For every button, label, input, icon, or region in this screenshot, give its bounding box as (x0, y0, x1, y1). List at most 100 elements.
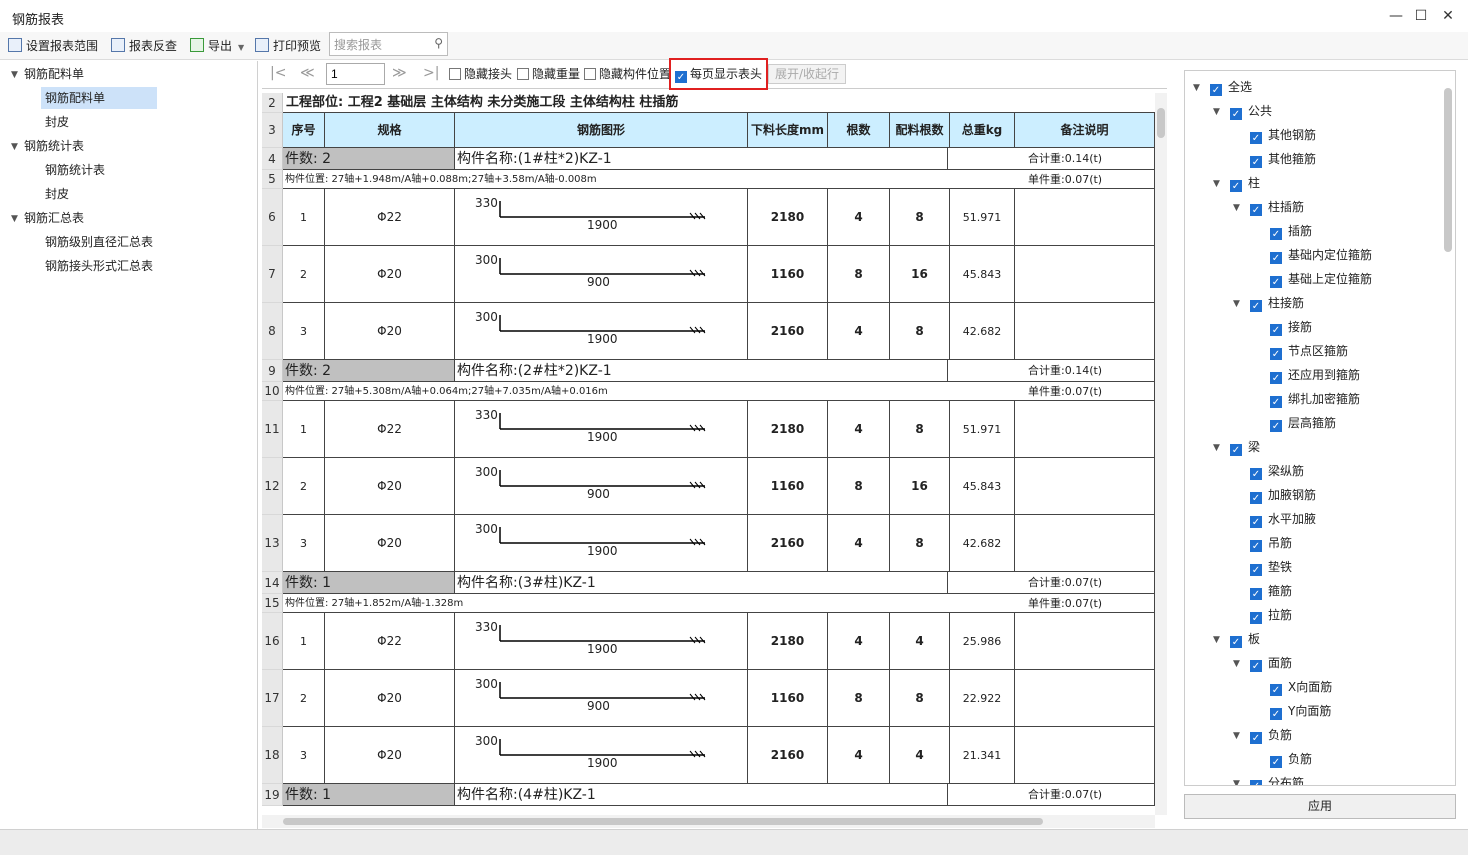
filter-item[interactable]: ✓ 节点区箍筋 (1270, 341, 1348, 361)
tree-group-0[interactable]: 钢筋配料单 (24, 63, 84, 85)
checkbox[interactable]: ✓ (1270, 396, 1282, 408)
tree-item[interactable]: 封皮 (41, 111, 73, 133)
expand-arrow-icon[interactable]: ▼ (1213, 179, 1220, 189)
close-icon[interactable]: ✕ (1436, 6, 1460, 26)
filter-item[interactable]: ✓ 吊筋 (1250, 533, 1292, 553)
checkbox[interactable]: ✓ (1270, 276, 1282, 288)
checkbox[interactable]: ✓ (1230, 636, 1242, 648)
checkbox[interactable]: ✓ (1250, 300, 1262, 312)
filter-item[interactable]: ✓ 箍筋 (1250, 581, 1292, 601)
checkbox[interactable]: ✓ (1270, 324, 1282, 336)
expand-arrow-icon[interactable]: ▼ (1213, 443, 1220, 453)
filter-item[interactable]: ✓ 其他箍筋 (1250, 149, 1316, 169)
filter-item[interactable]: ✓ Y向面筋 (1270, 701, 1331, 721)
filter-item[interactable]: ✓ 分布筋 (1250, 773, 1304, 785)
checkbox[interactable]: ✓ (1250, 588, 1262, 600)
expand-arrow-icon[interactable]: ▼ (1193, 83, 1200, 93)
reverse-query-button[interactable]: 报表反查 (111, 36, 177, 56)
filter-scrollbar[interactable] (1444, 88, 1452, 252)
checkbox[interactable]: ✓ (1270, 252, 1282, 264)
filter-item[interactable]: ✓ 基础上定位箍筋 (1270, 269, 1372, 289)
first-page-icon[interactable]: |< (270, 65, 286, 81)
tree-item[interactable]: 钢筋配料单 (41, 87, 157, 109)
filter-item[interactable]: ✓ 负筋 (1270, 749, 1312, 769)
filter-item[interactable]: ✓ 其他钢筋 (1250, 125, 1316, 145)
filter-item[interactable]: ✓ 层高箍筋 (1270, 413, 1336, 433)
filter-item[interactable]: ✓ 柱 (1230, 173, 1260, 193)
checkbox[interactable]: ✓ (1250, 156, 1262, 168)
checkbox[interactable]: ✓ (1230, 444, 1242, 456)
checkbox[interactable]: ✓ (1250, 492, 1262, 504)
export-button[interactable]: 导出 ▼ (190, 36, 244, 56)
search-icon[interactable]: ⚲ (434, 36, 443, 50)
filter-item[interactable]: ✓ X向面筋 (1270, 677, 1332, 697)
filter-item[interactable]: ✓ 基础内定位箍筋 (1270, 245, 1372, 265)
filter-item[interactable]: ✓ 板 (1230, 629, 1260, 649)
checkbox[interactable]: ✓ (1270, 684, 1282, 696)
tree-item[interactable]: 钢筋接头形式汇总表 (41, 255, 157, 277)
filter-item[interactable]: ✓ 垫铁 (1250, 557, 1292, 577)
tree-item[interactable]: 钢筋统计表 (41, 159, 109, 181)
hide-position-checkbox[interactable]: 隐藏构件位置 (584, 66, 671, 82)
expand-arrow-icon[interactable]: ▼ (1233, 731, 1240, 741)
expand-arrow-icon[interactable]: ▼ (1233, 299, 1240, 309)
checkbox[interactable]: ✓ (1270, 756, 1282, 768)
tree-item[interactable]: 封皮 (41, 183, 73, 205)
filter-item[interactable]: ✓ 水平加腋 (1250, 509, 1316, 529)
checkbox[interactable]: ✓ (1250, 660, 1262, 672)
filter-item[interactable]: ✓ 绑扎加密箍筋 (1270, 389, 1360, 409)
filter-item[interactable]: ✓ 负筋 (1250, 725, 1292, 745)
checkbox[interactable]: ✓ (1250, 564, 1262, 576)
minimize-icon[interactable]: — (1384, 6, 1408, 26)
filter-item[interactable]: ✓ 梁纵筋 (1250, 461, 1304, 481)
filter-item[interactable]: ✓ 面筋 (1250, 653, 1292, 673)
checkbox[interactable]: ✓ (1250, 468, 1262, 480)
search-input[interactable]: 搜索报表 ⚲ (329, 32, 448, 56)
checkbox[interactable]: ✓ (1250, 516, 1262, 528)
filter-item[interactable]: ✓ 全选 (1210, 77, 1252, 97)
checkbox[interactable]: ✓ (1250, 204, 1262, 216)
apply-button[interactable]: 应用 (1184, 794, 1456, 819)
page-input[interactable] (326, 63, 385, 85)
chevron-down-icon[interactable]: ▼ (238, 43, 244, 52)
checkbox[interactable]: ✓ (1270, 708, 1282, 720)
filter-item[interactable]: ✓ 柱接筋 (1250, 293, 1304, 313)
tree-group-1[interactable]: 钢筋统计表 (24, 135, 84, 157)
checkbox[interactable]: ✓ (1250, 780, 1262, 785)
horizontal-scroll-thumb[interactable] (283, 818, 1043, 825)
prev-page-icon[interactable]: ≪ (300, 65, 315, 81)
filter-item[interactable]: ✓ 梁 (1230, 437, 1260, 457)
checkbox[interactable]: ✓ (1230, 180, 1242, 192)
expand-arrow-icon[interactable]: ▼ (1213, 635, 1220, 645)
expand-collapse-button[interactable]: 展开/收起行 (768, 64, 846, 84)
tree-group-2[interactable]: 钢筋汇总表 (24, 207, 84, 229)
last-page-icon[interactable]: >| (423, 65, 439, 81)
expand-arrow-icon[interactable]: ▼ (11, 70, 18, 80)
set-range-button[interactable]: 设置报表范围 (8, 36, 98, 56)
checkbox[interactable]: ✓ (1270, 372, 1282, 384)
checkbox[interactable]: ✓ (1250, 540, 1262, 552)
checkbox[interactable]: ✓ (1270, 420, 1282, 432)
checkbox[interactable]: ✓ (1250, 612, 1262, 624)
tree-item[interactable]: 钢筋级别直径汇总表 (41, 231, 157, 253)
expand-arrow-icon[interactable]: ▼ (1233, 659, 1240, 669)
expand-arrow-icon[interactable]: ▼ (1213, 107, 1220, 117)
checkbox[interactable]: ✓ (1210, 84, 1222, 96)
filter-item[interactable]: ✓ 公共 (1230, 101, 1272, 121)
vertical-scroll-thumb[interactable] (1157, 108, 1165, 138)
expand-arrow-icon[interactable]: ▼ (11, 214, 18, 224)
expand-arrow-icon[interactable]: ▼ (1233, 203, 1240, 213)
checkbox[interactable]: ✓ (1250, 132, 1262, 144)
vertical-scrollbar[interactable] (1155, 93, 1167, 815)
next-page-icon[interactable]: ≫ (392, 65, 407, 81)
filter-item[interactable]: ✓ 插筋 (1270, 221, 1312, 241)
checkbox[interactable]: ✓ (1230, 108, 1242, 120)
filter-item[interactable]: ✓ 还应用到箍筋 (1270, 365, 1360, 385)
expand-arrow-icon[interactable]: ▼ (1233, 779, 1240, 785)
filter-item[interactable]: ✓ 柱插筋 (1250, 197, 1304, 217)
filter-item[interactable]: ✓ 接筋 (1270, 317, 1312, 337)
print-preview-button[interactable]: 打印预览 (255, 36, 321, 56)
hide-joint-checkbox[interactable]: 隐藏接头 (449, 66, 512, 82)
hide-weight-checkbox[interactable]: 隐藏重量 (517, 66, 580, 82)
expand-arrow-icon[interactable]: ▼ (11, 142, 18, 152)
